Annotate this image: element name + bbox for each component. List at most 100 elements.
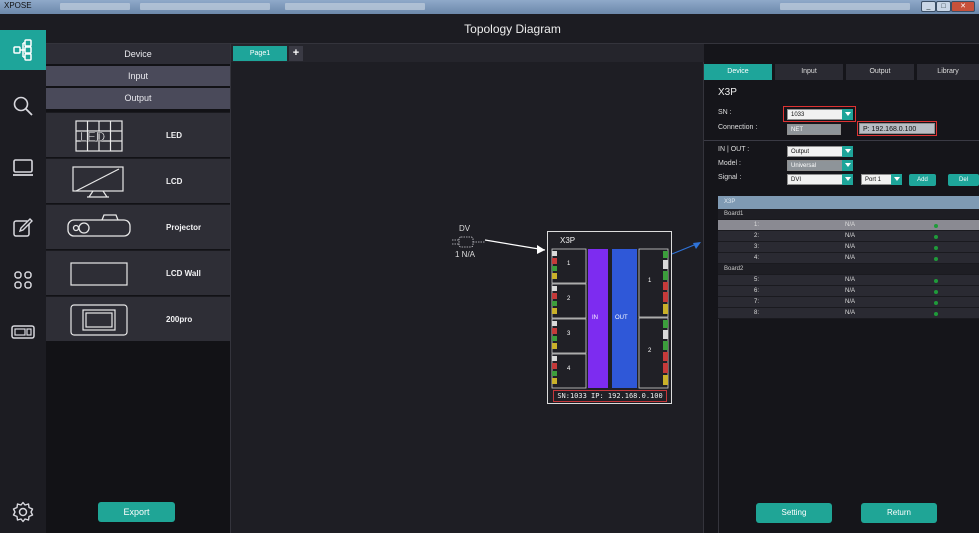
- output-port-1[interactable]: 1: [648, 278, 651, 284]
- port-table: X3P Board1 1: N/A 2: N/A 3: N/A 4: N/A B…: [718, 196, 979, 319]
- device-panel: Device Input Output LED LED LCD Projecto…: [46, 44, 230, 533]
- row-value: N/A: [845, 288, 856, 294]
- device-name: X3P: [718, 87, 737, 98]
- device-item-lcd[interactable]: LCD: [46, 158, 230, 203]
- table-group: Board1: [718, 209, 979, 220]
- input-port-3[interactable]: 3: [567, 331, 570, 337]
- icon-rail: [0, 14, 46, 533]
- port-select[interactable]: Port 1: [861, 174, 902, 185]
- sn-value: 1033: [791, 112, 805, 118]
- tab-output[interactable]: Output: [846, 64, 914, 80]
- table-row[interactable]: 1: N/A: [718, 220, 979, 231]
- rail-edit[interactable]: [0, 208, 46, 248]
- lcd-icon: [64, 164, 134, 199]
- status-dot-icon: [934, 290, 938, 294]
- minimize-button[interactable]: _: [921, 1, 936, 12]
- device-item-label: LCD: [166, 177, 183, 186]
- row-value: N/A: [845, 310, 856, 316]
- signal-value: DVI: [791, 177, 802, 183]
- device-item-projector[interactable]: Projector: [46, 204, 230, 249]
- row-port: 2:: [754, 233, 760, 239]
- status-dot-icon: [934, 257, 938, 261]
- node-out-label: OUT: [615, 315, 628, 321]
- row-port: 4:: [754, 255, 760, 261]
- connection-label: Connection :: [718, 124, 758, 131]
- tab-library[interactable]: Library: [917, 64, 979, 80]
- row-value: N/A: [845, 255, 856, 261]
- monitor-icon: [13, 159, 33, 176]
- topology-canvas[interactable]: Page1 + DV 1 N/A X3P IN OUT 1 2 3 4 1 2 …: [230, 44, 705, 533]
- settings-icon: [12, 501, 34, 523]
- topology-icon: [13, 39, 32, 61]
- taskbar-thumbnail: [285, 3, 425, 10]
- status-dot-icon: [934, 312, 938, 316]
- header: Topology Diagram: [46, 14, 979, 44]
- setting-button[interactable]: Setting: [756, 503, 832, 523]
- device-item-200pro[interactable]: 200pro: [46, 296, 230, 341]
- rail-search[interactable]: [0, 86, 46, 126]
- chevron-down-icon: [842, 174, 853, 185]
- output-port-2[interactable]: 2: [648, 348, 651, 354]
- in-out-select[interactable]: Output: [787, 146, 853, 157]
- connection-field[interactable]: NET: [787, 124, 841, 135]
- in-out-label: IN | OUT :: [718, 146, 750, 153]
- return-button[interactable]: Return: [861, 503, 937, 523]
- row-port: 6:: [754, 288, 760, 294]
- table-row[interactable]: 7: N/A: [718, 297, 979, 308]
- node-in-label: IN: [592, 315, 598, 321]
- rail-grid[interactable]: [0, 260, 46, 300]
- table-row[interactable]: 2: N/A: [718, 231, 979, 242]
- property-tabs: Device Input Output Library: [704, 64, 979, 80]
- close-button[interactable]: ✕: [951, 1, 975, 12]
- input-category-button[interactable]: Input: [46, 66, 230, 87]
- table-row[interactable]: 4: N/A: [718, 253, 979, 264]
- row-port: 5:: [754, 277, 760, 283]
- output-category-button[interactable]: Output: [46, 88, 230, 109]
- rail-monitor[interactable]: [0, 148, 46, 188]
- device-node-x3p[interactable]: X3P IN OUT 1 2 3 4 1 2 SN:1033 IP: 192.1…: [547, 231, 672, 404]
- status-dot-icon: [934, 279, 938, 283]
- table-group: Board2: [718, 264, 979, 275]
- row-port: 3:: [754, 244, 760, 250]
- add-button[interactable]: Add: [909, 174, 936, 186]
- maximize-button[interactable]: □: [936, 1, 951, 12]
- device-item-led[interactable]: LED LED: [46, 112, 230, 157]
- table-header: X3P: [718, 196, 979, 209]
- row-value: N/A: [845, 233, 856, 239]
- input-port-1[interactable]: 1: [567, 261, 570, 267]
- input-port-2[interactable]: 2: [567, 296, 570, 302]
- device-item-label: 200pro: [166, 315, 193, 324]
- signal-select[interactable]: DVI: [787, 174, 853, 185]
- property-panel: Device Input Output Library X3P SN : 103…: [704, 44, 979, 533]
- rail-topology[interactable]: [0, 30, 46, 70]
- device-icon: [11, 325, 35, 339]
- table-row[interactable]: 6: N/A: [718, 286, 979, 297]
- app-name: XPOSE: [4, 1, 32, 10]
- device-category-button[interactable]: Device: [46, 44, 230, 65]
- sn-select[interactable]: 1033: [787, 109, 853, 120]
- rail-device[interactable]: [0, 312, 46, 352]
- table-row[interactable]: 3: N/A: [718, 242, 979, 253]
- device-item-label: LCD Wall: [166, 269, 201, 278]
- row-port: 7:: [754, 299, 760, 305]
- model-select[interactable]: Universal: [787, 160, 853, 171]
- tab-device[interactable]: Device: [704, 64, 772, 80]
- table-row[interactable]: 8: N/A: [718, 308, 979, 319]
- chevron-down-icon: [842, 109, 853, 120]
- rail-settings[interactable]: [0, 492, 46, 532]
- status-dot-icon: [934, 224, 938, 228]
- row-value: N/A: [845, 277, 856, 283]
- lcd-wall-icon: [64, 256, 134, 291]
- led-icon: LED: [64, 118, 134, 153]
- status-dot-icon: [934, 235, 938, 239]
- table-row[interactable]: 5: N/A: [718, 275, 979, 286]
- del-button[interactable]: Del: [948, 174, 979, 186]
- device-item-lcd-wall[interactable]: LCD Wall: [46, 250, 230, 295]
- panel-divider: [704, 140, 979, 141]
- sn-label: SN :: [718, 109, 732, 116]
- tab-input[interactable]: Input: [775, 64, 843, 80]
- input-port-4[interactable]: 4: [567, 366, 570, 372]
- export-button[interactable]: Export: [98, 502, 175, 522]
- ip-field[interactable]: P: 192.168.0.100: [859, 123, 935, 134]
- port-value: Port 1: [865, 177, 882, 183]
